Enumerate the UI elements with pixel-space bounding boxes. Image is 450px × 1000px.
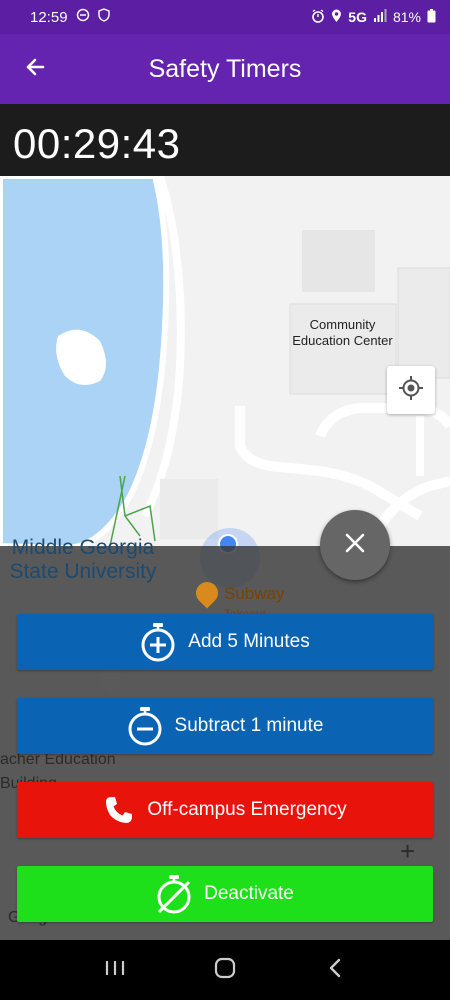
timer-minus-icon xyxy=(127,706,163,746)
zoom-in-icon: + xyxy=(400,836,416,866)
do-not-disturb-icon xyxy=(76,8,90,26)
my-location-button[interactable] xyxy=(387,366,435,414)
location-pin-icon xyxy=(331,9,342,26)
deactivate-label: Deactivate xyxy=(204,883,294,904)
my-location-icon xyxy=(398,375,424,406)
close-icon xyxy=(344,532,366,559)
timer-countdown: 00:29:43 xyxy=(13,120,181,167)
building-1 xyxy=(302,230,375,292)
safety-timers-screen: 12:59 5G 81% Safety Timers 00:29:43 Comm… xyxy=(0,0,450,1000)
subway-pin-icon xyxy=(191,577,223,609)
shield-icon xyxy=(97,8,110,26)
system-back-button[interactable] xyxy=(310,950,360,990)
signal-icon xyxy=(373,9,387,25)
add-5-minutes-label: Add 5 Minutes xyxy=(188,631,310,652)
recent-apps-icon xyxy=(104,959,126,982)
system-nav-bar xyxy=(0,940,450,1000)
recent-apps-button[interactable] xyxy=(90,950,140,990)
off-campus-emergency-button[interactable]: Off-campus Emergency xyxy=(17,782,433,838)
page-title: Safety Timers xyxy=(148,54,302,83)
battery-percent: 81% xyxy=(392,9,421,25)
status-bar: 12:59 5G 81% xyxy=(0,0,450,34)
building-2 xyxy=(397,267,450,379)
map-label-community-center: Community Education Center xyxy=(292,317,393,348)
home-icon xyxy=(214,957,236,984)
close-button[interactable] xyxy=(320,510,390,580)
off-campus-emergency-label: Off-campus Emergency xyxy=(147,799,347,820)
building-3 xyxy=(160,479,218,539)
network-type: 5G xyxy=(348,9,367,25)
back-arrow-icon xyxy=(23,55,47,84)
app-bar: Safety Timers xyxy=(0,34,450,104)
timer-off-icon xyxy=(156,874,192,914)
add-5-minutes-button[interactable]: Add 5 Minutes xyxy=(17,614,433,670)
status-time: 12:59 xyxy=(30,8,68,26)
system-back-icon xyxy=(328,958,342,983)
timer-bar: 00:29:43 xyxy=(0,104,450,176)
subtract-1-minute-label: Subtract 1 minute xyxy=(174,715,324,736)
timer-plus-icon xyxy=(140,622,176,662)
deactivate-button[interactable]: Deactivate xyxy=(17,866,433,922)
back-button[interactable] xyxy=(18,52,52,86)
phone-icon xyxy=(103,794,135,826)
alarm-icon xyxy=(311,8,325,26)
battery-icon xyxy=(427,8,436,26)
map-label-university: Middle Georgia State University xyxy=(9,536,157,583)
subtract-1-minute-button[interactable]: Subtract 1 minute xyxy=(17,698,433,754)
home-button[interactable] xyxy=(200,950,250,990)
